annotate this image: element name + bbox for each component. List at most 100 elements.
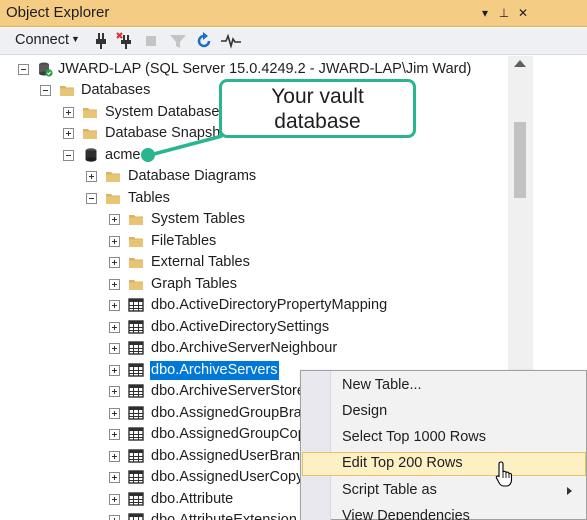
- table-icon: [128, 448, 144, 464]
- stop-icon: [140, 31, 162, 51]
- table-icon: [128, 319, 144, 335]
- filter-icon: [167, 31, 189, 51]
- expand-icon[interactable]: [109, 408, 120, 419]
- tree-node-acme-database[interactable]: acme: [0, 145, 506, 166]
- table-icon: [128, 340, 144, 356]
- table-row[interactable]: dbo.ArchiveServerNeighbour: [0, 338, 506, 359]
- expand-icon[interactable]: [109, 236, 120, 247]
- callout-line-2: database: [274, 110, 361, 133]
- tree-node-tables[interactable]: Tables: [0, 188, 506, 209]
- folder-icon: [82, 125, 98, 141]
- expand-icon[interactable]: [109, 214, 120, 225]
- folder-icon: [128, 211, 144, 227]
- expand-icon[interactable]: [109, 386, 120, 397]
- expand-icon[interactable]: [109, 279, 120, 290]
- expand-icon[interactable]: [109, 365, 120, 376]
- expand-icon[interactable]: [109, 515, 120, 520]
- table-icon: [128, 512, 144, 520]
- menu-item-label: Design: [342, 403, 388, 419]
- folder-icon: [105, 168, 121, 184]
- table-icon: [128, 405, 144, 421]
- callout-line-1: Your vault: [271, 85, 364, 108]
- disconnect-icon[interactable]: [114, 31, 136, 51]
- menu-item-label: Edit Top 200 Rows: [342, 455, 463, 471]
- connect-icon[interactable]: [89, 31, 111, 51]
- filetables-label: FileTables: [151, 233, 217, 249]
- tables-label: Tables: [128, 190, 170, 206]
- submenu-arrow-icon: [567, 487, 572, 495]
- menu-item-select-top-1000-rows[interactable]: Select Top 1000 Rows: [302, 426, 586, 450]
- expand-icon[interactable]: [86, 171, 97, 182]
- table-row[interactable]: dbo.ActiveDirectorySettings: [0, 317, 506, 338]
- tree-node-database-diagrams[interactable]: Database Diagrams: [0, 166, 506, 187]
- menu-item-label: Script Table as: [342, 482, 437, 498]
- folder-icon: [128, 276, 144, 292]
- table-label: dbo.AssignedGroupCop: [151, 426, 306, 442]
- object-explorer-toolbar: Connect ▼: [0, 28, 587, 55]
- collapse-icon[interactable]: [86, 193, 97, 204]
- expand-icon[interactable]: [63, 107, 74, 118]
- menu-item-label: Select Top 1000 Rows: [342, 429, 487, 445]
- collapse-icon[interactable]: [18, 64, 29, 75]
- menu-item-script-table-as[interactable]: Script Table as: [302, 479, 586, 503]
- table-context-menu: New Table... Design Select Top 1000 Rows…: [300, 370, 587, 520]
- tree-node-server[interactable]: JWARD-LAP (SQL Server 15.0.4249.2 - JWAR…: [0, 59, 506, 80]
- folder-icon: [128, 233, 144, 249]
- expand-icon[interactable]: [109, 257, 120, 268]
- database-icon: [83, 147, 99, 163]
- expand-icon[interactable]: [109, 494, 120, 505]
- annotation-callout: Your vault database: [219, 79, 416, 138]
- expand-icon[interactable]: [109, 451, 120, 462]
- activity-monitor-icon[interactable]: [220, 31, 242, 51]
- expand-icon[interactable]: [109, 343, 120, 354]
- menu-item-view-dependencies[interactable]: View Dependencies: [302, 505, 586, 520]
- table-label: dbo.AssignedGroupBra: [151, 405, 302, 421]
- expand-icon[interactable]: [63, 128, 74, 139]
- collapse-icon[interactable]: [40, 85, 51, 96]
- table-icon: [128, 383, 144, 399]
- menu-item-new-table[interactable]: New Table...: [302, 374, 586, 398]
- table-label: dbo.Attribute: [151, 491, 234, 507]
- collapse-icon[interactable]: [63, 150, 74, 161]
- table-icon: [128, 491, 144, 507]
- tree-node-filetables[interactable]: FileTables: [0, 231, 506, 252]
- tree-node-graph-tables[interactable]: Graph Tables: [0, 274, 506, 295]
- refresh-icon[interactable]: [193, 31, 215, 51]
- folder-icon: [128, 254, 144, 270]
- expand-icon[interactable]: [109, 429, 120, 440]
- database-diagrams-label: Database Diagrams: [128, 168, 257, 184]
- close-icon[interactable]: ✕: [515, 4, 531, 22]
- table-icon: [128, 469, 144, 485]
- expand-icon[interactable]: [109, 322, 120, 333]
- graph-tables-label: Graph Tables: [151, 276, 237, 292]
- expand-icon[interactable]: [109, 300, 120, 311]
- table-label: dbo.ArchiveServerStore: [151, 383, 305, 399]
- folder-icon: [59, 82, 75, 98]
- scroll-up-arrow-icon[interactable]: [514, 60, 526, 67]
- system-tables-label: System Tables: [151, 211, 246, 227]
- menu-item-design[interactable]: Design: [302, 400, 586, 424]
- tree-node-system-tables[interactable]: System Tables: [0, 209, 506, 230]
- scrollbar-thumb[interactable]: [514, 122, 526, 198]
- menu-item-edit-top-200-rows[interactable]: Edit Top 200 Rows: [302, 452, 586, 476]
- table-label: dbo.AssignedUserBranc: [151, 448, 308, 464]
- connect-button[interactable]: Connect ▼: [15, 32, 80, 48]
- panel-title: Object Explorer: [6, 4, 110, 21]
- system-databases-label: System Databases: [105, 104, 227, 120]
- external-tables-label: External Tables: [151, 254, 250, 270]
- tree-node-external-tables[interactable]: External Tables: [0, 252, 506, 273]
- selected-table-label: dbo.ArchiveServers: [150, 361, 279, 380]
- table-label: dbo.AttributeExtension: [151, 512, 297, 520]
- pin-icon[interactable]: ⊥: [496, 4, 512, 22]
- table-icon: [128, 297, 144, 313]
- folder-icon: [105, 190, 121, 206]
- expand-icon[interactable]: [109, 472, 120, 483]
- table-row[interactable]: dbo.ActiveDirectoryPropertyMapping: [0, 295, 506, 316]
- window-position-dropdown-icon[interactable]: ▾: [477, 4, 493, 22]
- menu-item-label: View Dependencies: [342, 508, 470, 520]
- table-label: dbo.ActiveDirectorySettings: [151, 319, 330, 335]
- object-explorer-title-bar: Object Explorer ▾ ⊥ ✕: [0, 0, 587, 27]
- acme-label: acme: [105, 147, 141, 163]
- server-label: JWARD-LAP (SQL Server 15.0.4249.2 - JWAR…: [58, 61, 472, 77]
- mouse-pointer-icon: [495, 461, 513, 487]
